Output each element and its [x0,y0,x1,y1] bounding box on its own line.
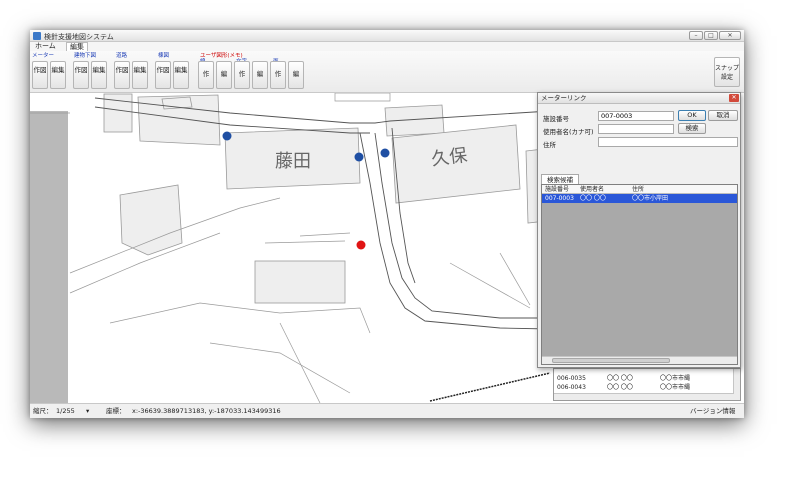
horizontal-scrollbar[interactable] [542,356,737,364]
meter-point [222,131,232,141]
status-bar: 縮尺： 1/255 ▾ 座標： x:-36639.3889713183, y:-… [30,403,744,418]
building-draw-button[interactable]: 作図 [73,61,89,89]
text-draw-button[interactable]: 作 [234,61,250,89]
map-building [119,184,183,256]
road-draw-button[interactable]: 作図 [114,61,130,89]
line-draw-button[interactable]: 作 [198,61,214,89]
address-label: 住所 [543,141,556,149]
building-edit-button[interactable]: 編集 [91,61,107,89]
map-outline [109,302,371,334]
tab-home[interactable]: ホーム [32,42,59,51]
map-outline [299,232,351,237]
ok-button[interactable]: OK [678,110,706,121]
map-outline [449,262,531,309]
app-icon [33,32,41,40]
horizontal-scrollbar[interactable] [554,393,734,400]
meter-link-dialog: メーターリンク ✕ 施設番号 OK 取消 使用者名(カナ可) 検索 住所 検索候… [537,92,741,368]
list-item-name: 〇〇 〇〇 [607,384,633,391]
map-block-left [30,111,68,403]
table-row[interactable]: 007-0003 〇〇 〇〇 〇〇市小岸田 [542,194,737,203]
dialog-title: メーターリンク [541,94,587,102]
cancel-button[interactable]: 取消 [708,110,738,121]
scale-dropdown-icon[interactable]: ▾ [86,404,89,418]
scale-value[interactable]: 1/255 [56,404,75,418]
line-edit-button[interactable]: 編 [216,61,232,89]
tab-search-candidates[interactable]: 検索候補 [541,174,579,184]
road-edit-button[interactable]: 編集 [132,61,148,89]
column-header-address[interactable]: 住所 [632,185,644,194]
scrollbar-thumb[interactable] [552,358,670,363]
map-outline [279,322,321,403]
map-outline [334,93,391,102]
result-list-behind[interactable]: 006-0035 〇〇 〇〇 〇〇市市縄 006-0043 〇〇 〇〇 〇〇市市… [553,368,741,401]
facility-number-label: 施設番号 [543,115,569,123]
list-item[interactable]: 006-0043 〇〇 〇〇 〇〇市市縄 [557,384,727,392]
text-edit-button[interactable]: 編 [252,61,268,89]
list-item[interactable]: 006-0035 〇〇 〇〇 〇〇市市縄 [557,375,727,383]
dialog-close-button[interactable]: ✕ [729,94,739,102]
block-edit-button[interactable]: 編集 [173,61,189,89]
list-item-id: 006-0035 [557,375,586,382]
row-id: 007-0003 [545,195,574,202]
area-edit-button[interactable]: 編 [288,61,304,89]
title-bar: 検針支援地図システム – □ ✕ [30,30,744,42]
vertical-scrollbar[interactable] [733,369,740,400]
map-label-right: 久保 [430,145,468,170]
list-item-name: 〇〇 〇〇 [607,375,633,382]
ribbon: メーター 作図 編集 建物下図 作図 編集 道路 作図 編集 棟図 作図 編集 … [30,51,744,93]
candidate-grid[interactable]: 施設番号 使用者名 住所 007-0003 〇〇 〇〇 〇〇市小岸田 [541,184,738,365]
maximize-button[interactable]: □ [704,31,718,40]
coordinate-label: 座標： [106,407,126,415]
close-button[interactable]: ✕ [719,31,741,40]
map-building [254,260,346,304]
group-label-meter: メーター [32,53,55,59]
area-draw-button[interactable]: 作 [270,61,286,89]
meter-point [380,148,390,158]
scale-label: 縮尺： [33,407,53,415]
search-button[interactable]: 検索 [678,123,706,134]
menu-bar: ホーム 編集 [30,42,744,51]
map-label-left: 藤田 [275,151,311,172]
list-item-address: 〇〇市市縄 [660,384,691,391]
column-header-id[interactable]: 施設番号 [545,185,569,194]
user-name-label: 使用者名(カナ可) [543,128,594,136]
map-rail [429,372,551,402]
map-outline [499,252,531,306]
row-address: 〇〇市小岸田 [632,195,669,202]
group-label-road: 道路 [116,53,128,59]
minimize-button[interactable]: – [689,31,703,40]
app-window: 検針支援地図システム – □ ✕ ホーム 編集 メーター 作図 編集 建物下図 … [30,30,744,418]
snap-settings-button[interactable]: スナップ設定 [714,57,740,87]
user-name-input[interactable] [598,124,674,134]
column-header-name[interactable]: 使用者名 [580,185,604,194]
group-label-building: 建物下図 [74,53,97,59]
meter-draw-button[interactable]: 作図 [32,61,48,89]
dialog-title-bar: メーターリンク ✕ [538,93,740,104]
map-outline [264,240,346,244]
block-draw-button[interactable]: 作図 [155,61,171,89]
facility-number-input[interactable] [598,111,674,121]
grid-header: 施設番号 使用者名 住所 [542,185,737,194]
coordinate-value: x:-36639.3889713183, y:-187033.143499316 [132,407,281,415]
map-outline [209,342,351,394]
tab-edit[interactable]: 編集 [66,42,88,51]
meter-point [354,152,364,162]
version-info-link[interactable]: バージョン情報 [690,404,735,418]
list-item-address: 〇〇市市縄 [660,375,691,382]
selected-meter-point [356,240,366,250]
group-label-block: 棟図 [158,53,170,59]
row-name: 〇〇 〇〇 [580,195,606,202]
window-title: 検針支援地図システム [44,33,114,41]
list-item-id: 006-0043 [557,384,586,391]
address-input[interactable] [598,137,738,147]
meter-edit-button[interactable]: 編集 [50,61,66,89]
